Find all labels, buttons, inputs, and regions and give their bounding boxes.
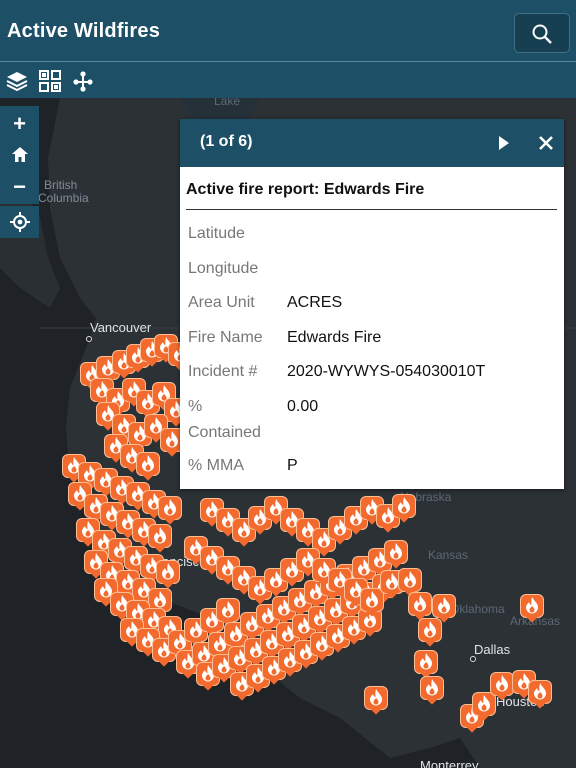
attribute-value: ACRES — [287, 294, 343, 311]
basemap-gallery-button[interactable] — [39, 70, 61, 92]
share-network-icon — [73, 71, 93, 92]
flame-icon — [438, 597, 450, 614]
fire-marker[interactable] — [432, 594, 456, 623]
attribute-value: 2020-WYWYS-054030010T — [287, 363, 486, 380]
flame-icon — [404, 571, 416, 588]
flame-icon — [166, 431, 178, 448]
popup-pager: (1 of 6) — [200, 133, 253, 150]
feature-popup: (1 of 6) Active fire report: Edwards Fir… — [180, 119, 564, 489]
attribute-label: Latitude — [188, 225, 245, 242]
attribute-label: Fire Name — [188, 329, 263, 346]
attribute-label: % MMA — [188, 457, 244, 474]
fire-marker[interactable] — [148, 524, 172, 553]
locate-icon — [10, 212, 30, 232]
play-next-icon — [499, 136, 509, 150]
popup-divider — [186, 209, 557, 210]
flame-icon — [420, 653, 432, 670]
flame-icon — [370, 689, 382, 706]
next-feature-button[interactable] — [494, 133, 514, 153]
attribute-value: P — [287, 457, 298, 474]
flame-icon — [154, 527, 166, 544]
fire-marker[interactable] — [418, 618, 442, 647]
zoom-controls: + − — [0, 106, 39, 204]
search-button[interactable] — [514, 13, 570, 53]
fire-marker[interactable] — [156, 560, 180, 589]
attribute-label: Longitude — [188, 260, 259, 277]
layers-button[interactable] — [6, 70, 28, 92]
app-header: Active Wildfires — [0, 0, 576, 62]
attribute-value: 0.00 — [287, 398, 319, 415]
popup-header: (1 of 6) — [180, 119, 564, 167]
flame-icon — [222, 601, 234, 618]
search-icon — [532, 24, 552, 44]
flame-icon — [398, 497, 410, 514]
locate-button[interactable] — [0, 206, 39, 238]
popup-title: Active fire report: Edwards Fire — [186, 181, 425, 198]
flame-icon — [390, 543, 402, 560]
close-icon — [539, 136, 553, 150]
zoom-out-button[interactable]: − — [0, 171, 39, 203]
flame-icon — [366, 591, 378, 608]
fire-marker[interactable] — [520, 594, 544, 623]
flame-icon — [154, 591, 166, 608]
home-icon — [11, 147, 28, 162]
share-button[interactable] — [72, 70, 94, 92]
flame-icon — [164, 499, 176, 516]
layers-icon — [6, 72, 28, 92]
basemap-gallery-icon — [39, 70, 61, 92]
flame-icon — [534, 683, 546, 700]
flame-icon — [414, 595, 426, 612]
attribute-label: Area Unit — [188, 294, 255, 311]
fire-marker[interactable] — [414, 650, 438, 679]
app-title: Active Wildfires — [7, 20, 161, 42]
fire-marker[interactable] — [398, 568, 422, 597]
attribute-value: Edwards Fire — [287, 329, 382, 346]
flame-icon — [496, 675, 508, 692]
fire-marker[interactable] — [158, 496, 182, 525]
flame-icon — [424, 621, 436, 638]
zoom-in-button[interactable]: + — [0, 108, 39, 140]
fire-marker[interactable] — [408, 592, 432, 621]
fire-marker[interactable] — [364, 686, 388, 715]
flame-icon — [162, 563, 174, 580]
flame-icon — [478, 695, 490, 712]
flame-icon — [386, 573, 398, 590]
fire-marker[interactable] — [490, 672, 514, 701]
flame-icon — [526, 597, 538, 614]
fire-marker[interactable] — [136, 452, 160, 481]
flame-icon — [426, 679, 438, 696]
fire-marker[interactable] — [384, 540, 408, 569]
fire-marker[interactable] — [420, 676, 444, 705]
flame-icon — [142, 455, 154, 472]
map-toolbar — [0, 62, 576, 98]
close-popup-button[interactable] — [536, 133, 556, 153]
fire-marker[interactable] — [528, 680, 552, 709]
attribute-label: Incident # — [188, 363, 258, 380]
attribute-label: % Contained — [188, 398, 261, 441]
fire-marker[interactable] — [216, 598, 240, 627]
home-button[interactable] — [0, 139, 39, 171]
fire-marker[interactable] — [392, 494, 416, 523]
